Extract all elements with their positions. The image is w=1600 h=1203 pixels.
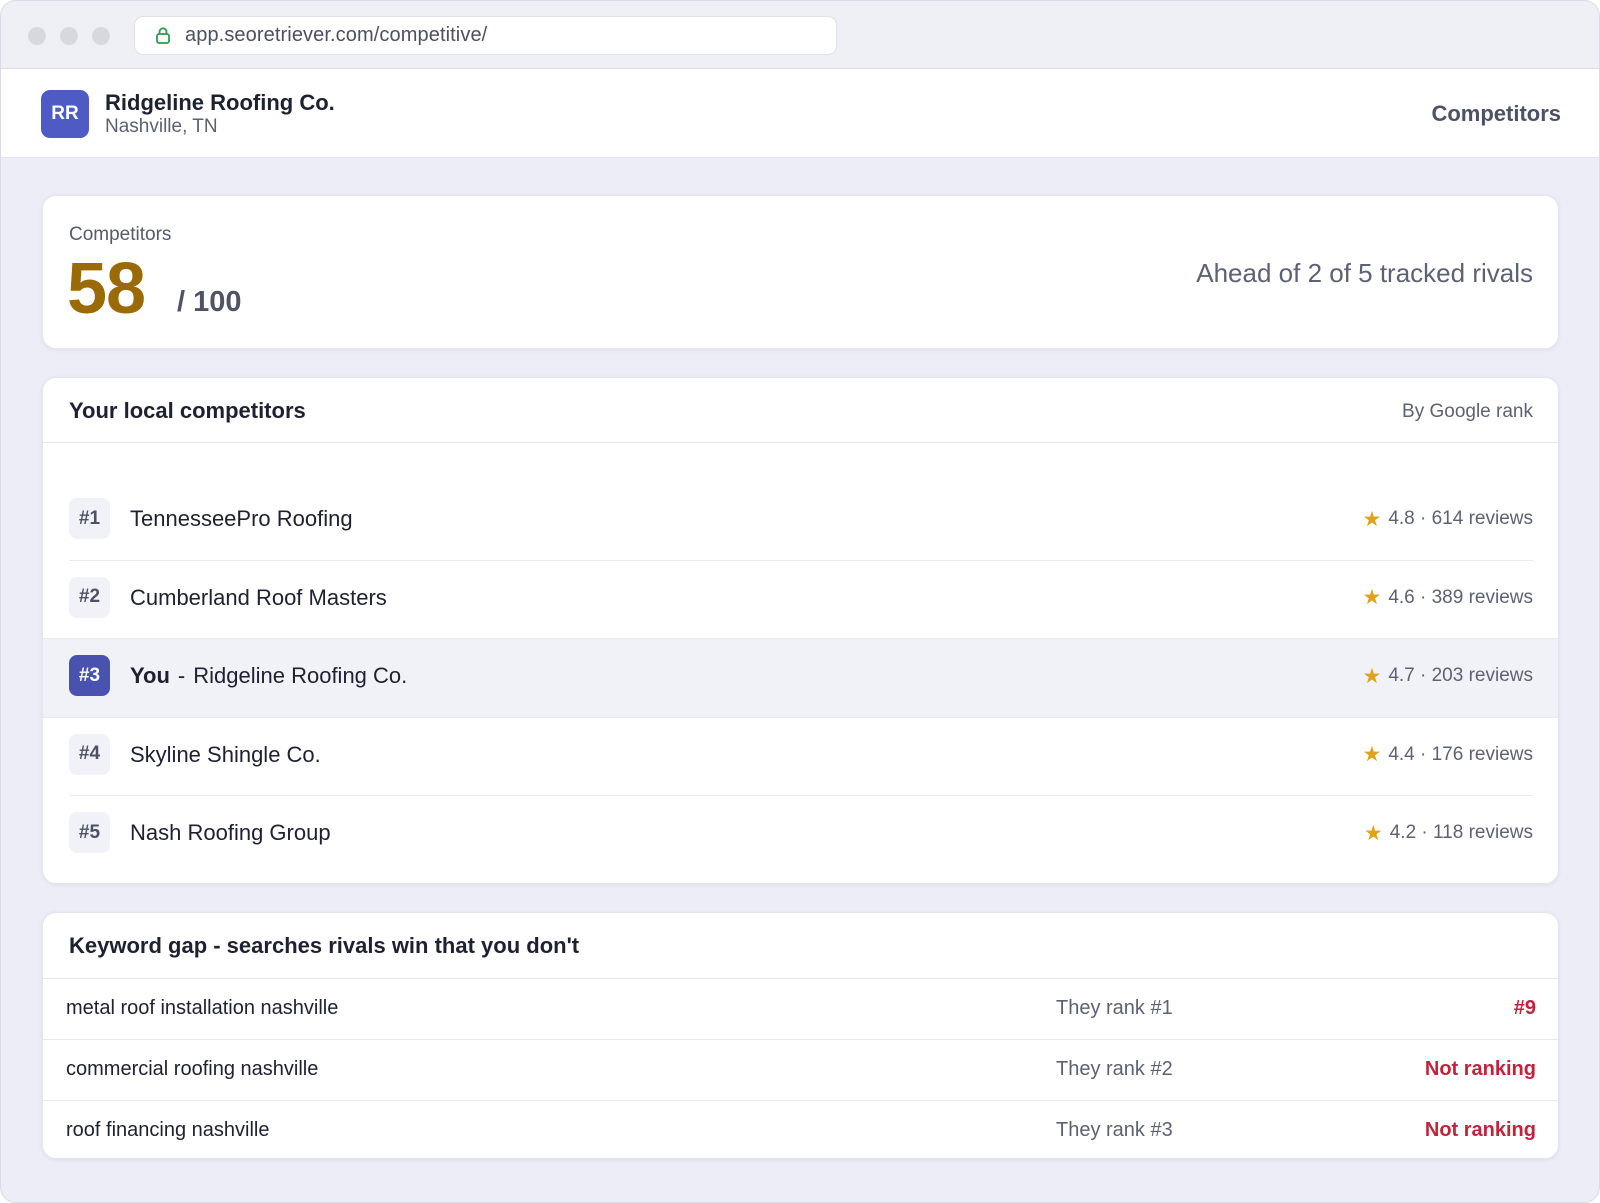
competitor-rating: ★ 4.4 · 176 reviews (1362, 744, 1533, 766)
nav-competitors[interactable]: Competitors (1431, 101, 1561, 127)
score-card: Competitors 58 / 100 Ahead of 2 of 5 tra… (42, 195, 1559, 349)
keyword-term: roof financing nashville (66, 1119, 270, 1141)
rating-text: 4.8 · 614 reviews (1388, 508, 1533, 529)
your-rank: Not ranking (1424, 1119, 1536, 1141)
score-label: Competitors (69, 224, 172, 245)
star-icon: ★ (1362, 664, 1382, 688)
competitor-name: Cumberland Roof Masters (130, 584, 387, 610)
score-max: / 100 (177, 286, 242, 318)
competitor-name: TennesseePro Roofing (130, 506, 353, 531)
competitor-name-you: You - Ridgeline Roofing Co. (130, 663, 407, 689)
keyword-row[interactable]: roof financing nashville They rank #3 No… (43, 1101, 1558, 1158)
business-avatar: RR (41, 90, 89, 138)
rival-rank: They rank #3 (1056, 1119, 1173, 1141)
browser-window: app.seoretriever.com/competitive/ RR Rid… (0, 0, 1600, 1203)
competitors-header: Your local competitors By Google rank (43, 378, 1558, 443)
competitors-card: Your local competitors By Google rank #1… (42, 377, 1559, 884)
star-icon: ★ (1362, 586, 1382, 609)
window-close-dot[interactable] (28, 27, 46, 45)
competitor-row[interactable]: #2 Cumberland Roof Masters ★ 4.6 · 389 r… (43, 561, 1558, 639)
competitor-rating: ★ 4.2 · 118 reviews (1364, 822, 1533, 844)
star-icon: ★ (1363, 821, 1383, 845)
you-tag: You (130, 663, 170, 688)
address-bar[interactable]: app.seoretriever.com/competitive/ (134, 16, 837, 55)
competitor-row[interactable]: #1 TennesseePro Roofing ★ 4.8 · 614 revi… (43, 482, 1558, 561)
competitors-title: Your local competitors (69, 398, 306, 423)
rating-text: 4.7 · 203 reviews (1388, 665, 1533, 686)
lock-icon (156, 27, 170, 44)
window-maximize-dot[interactable] (92, 27, 110, 45)
competitor-row[interactable]: #5 Nash Roofing Group ★ 4.2 · 118 review… (43, 796, 1558, 875)
url-text: app.seoretriever.com/competitive/ (185, 24, 488, 46)
star-icon: ★ (1362, 507, 1382, 531)
competitor-name: Skyline Shingle Co. (130, 741, 321, 767)
score-value: 58 (67, 249, 146, 329)
competitor-rating: ★ 4.8 · 614 reviews (1362, 508, 1533, 530)
keyword-row[interactable]: metal roof installation nashville They r… (43, 979, 1558, 1040)
keyword-gap-card: Keyword gap - searches rivals win that y… (42, 912, 1559, 1159)
competitor-name: Nash Roofing Group (130, 820, 331, 845)
competitor-row-you[interactable]: #3 You - Ridgeline Roofing Co. ★ 4.7 · 203… (43, 638, 1558, 718)
rival-rank: They rank #2 (1056, 1058, 1173, 1080)
rival-rank: They rank #1 (1056, 997, 1173, 1019)
rating-text: 4.2 · 118 reviews (1389, 822, 1533, 843)
score-summary: Ahead of 2 of 5 tracked rivals (1196, 258, 1533, 288)
rank-badge: #2 (69, 576, 110, 618)
your-rank: Not ranking (1424, 1058, 1536, 1080)
rating-text: 4.4 · 176 reviews (1388, 743, 1533, 765)
keyword-gap-header: Keyword gap - searches rivals win that y… (43, 913, 1558, 979)
keyword-term: commercial roofing nashville (66, 1058, 319, 1080)
business-name: Ridgeline Roofing Co. (105, 90, 335, 115)
star-icon: ★ (1362, 743, 1382, 766)
competitor-rating: ★ 4.7 · 203 reviews (1362, 665, 1533, 687)
your-rank: #9 (1513, 997, 1536, 1019)
keyword-row[interactable]: commercial roofing nashville They rank #… (43, 1040, 1558, 1101)
keyword-term: metal roof installation nashville (66, 997, 339, 1019)
you-dash: - (177, 663, 186, 688)
rank-badge: #5 (69, 812, 110, 853)
rating-text: 4.6 · 389 reviews (1388, 586, 1533, 608)
competitor-row[interactable]: #4 Skyline Shingle Co. ★ 4.4 · 176 revie… (43, 718, 1558, 796)
app-header: RR Ridgeline Roofing Co. Nashville, TN C… (1, 69, 1599, 158)
window-minimize-dot[interactable] (60, 27, 78, 45)
business-location: Nashville, TN (105, 116, 218, 137)
competitor-list: #1 TennesseePro Roofing ★ 4.8 · 614 revi… (43, 482, 1558, 875)
browser-toolbar: app.seoretriever.com/competitive/ (1, 1, 1599, 69)
rank-badge: #4 (69, 733, 110, 775)
keyword-gap-title: Keyword gap - searches rivals win that y… (69, 933, 580, 958)
competitor-name: Ridgeline Roofing Co. (193, 663, 408, 688)
competitor-rating: ★ 4.6 · 389 reviews (1362, 587, 1533, 609)
rank-badge-you: #3 (69, 655, 110, 696)
competitors-sort-label[interactable]: By Google rank (1402, 401, 1533, 423)
rank-badge: #1 (69, 498, 110, 539)
